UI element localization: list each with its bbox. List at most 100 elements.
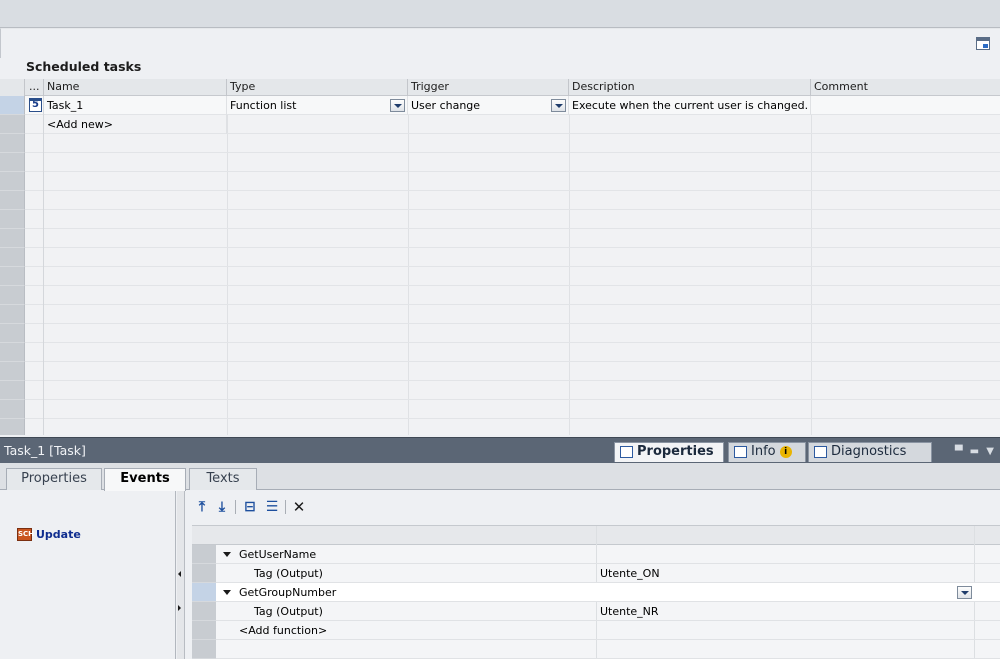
collapse-left-icon[interactable]	[178, 571, 181, 577]
task-trigger-cell[interactable]: User change	[408, 96, 569, 115]
tab-info[interactable]: Info i	[728, 442, 806, 462]
move-up-icon[interactable]: ⤒	[194, 498, 210, 516]
parameter-row[interactable]: Tag (Output) Utente_ON	[192, 564, 1000, 583]
delete-icon[interactable]: ✕	[291, 498, 307, 516]
empty-row	[0, 210, 1000, 229]
task-name-cell[interactable]: Task_1	[44, 96, 227, 115]
empty-row	[0, 305, 1000, 324]
row-header	[0, 229, 25, 248]
info-icon	[734, 446, 747, 458]
tab-properties[interactable]: Properties	[614, 442, 724, 462]
row-dots-cell	[25, 267, 44, 286]
window-controls-icon[interactable]: ▀ ▬ ▼	[955, 446, 996, 457]
function-row[interactable]: GetUserName	[192, 545, 1000, 564]
row-header	[192, 640, 216, 659]
tab-diagnostics-label: Diagnostics	[831, 444, 907, 459]
row-header[interactable]	[192, 583, 216, 602]
header-description[interactable]: Description	[569, 79, 811, 96]
expand-triangle-icon[interactable]	[223, 590, 231, 595]
trigger-dropdown-button[interactable]	[551, 99, 566, 112]
tab-info-label: Info	[751, 444, 776, 459]
add-new-row[interactable]: <Add new>	[0, 115, 1000, 134]
type-dropdown-button[interactable]	[390, 99, 405, 112]
row-dots-cell	[25, 343, 44, 362]
subtab-texts[interactable]: Texts	[189, 468, 257, 490]
row-header	[0, 210, 25, 229]
row-dots-cell	[25, 381, 44, 400]
add-function-row[interactable]: <Add function>	[192, 621, 1000, 640]
row-dots-cell	[25, 229, 44, 248]
parameter-value[interactable]: Utente_NR	[600, 602, 659, 621]
row-header	[0, 305, 25, 324]
parameter-name[interactable]: Tag (Output)	[254, 564, 323, 583]
row-header[interactable]	[192, 545, 216, 564]
empty-row	[0, 191, 1000, 210]
row-header	[0, 400, 25, 419]
task-description-cell[interactable]: Execute when the current user is changed…	[569, 96, 811, 115]
function-row[interactable]: GetGroupNumber	[192, 583, 1000, 602]
row-header[interactable]	[192, 564, 216, 583]
row-dots-cell	[25, 134, 44, 153]
header-type[interactable]: Type	[227, 79, 408, 96]
editor-title-bar	[0, 0, 1000, 28]
empty-row	[0, 248, 1000, 267]
table-row[interactable]: 5 Task_1 Function list User change Execu…	[0, 96, 1000, 115]
empty-row	[0, 153, 1000, 172]
parameter-value[interactable]: Utente_ON	[600, 564, 660, 583]
row-dots-cell	[25, 419, 44, 435]
subtab-events[interactable]: Events	[104, 468, 186, 491]
expand-right-icon[interactable]	[178, 605, 181, 611]
empty-row	[192, 640, 1000, 659]
add-function-cell[interactable]: <Add function>	[239, 621, 327, 640]
move-down-icon[interactable]: ⤓	[214, 498, 230, 516]
empty-row	[0, 343, 1000, 362]
row-dots-cell	[25, 400, 44, 419]
row-header	[0, 362, 25, 381]
function-name[interactable]: GetUserName	[239, 545, 316, 564]
row-header[interactable]	[192, 621, 216, 640]
parameter-name[interactable]: Tag (Output)	[254, 602, 323, 621]
row-dots-cell	[25, 153, 44, 172]
row-dots-cell	[25, 305, 44, 324]
panel-splitter[interactable]	[177, 491, 185, 659]
toolbar-separator	[235, 500, 236, 514]
task-comment-cell[interactable]	[811, 96, 1000, 115]
row-dots-cell	[25, 248, 44, 267]
event-item-update[interactable]: SCH Update	[17, 527, 81, 543]
row-header	[0, 172, 25, 191]
row-dots-cell	[25, 172, 44, 191]
tab-diagnostics[interactable]: Diagnostics	[808, 442, 932, 462]
empty-row	[0, 134, 1000, 153]
empty-row	[0, 172, 1000, 191]
float-window-icon[interactable]	[976, 37, 990, 50]
row-header[interactable]	[192, 602, 216, 621]
row-dots-cell	[25, 210, 44, 229]
row-header	[0, 248, 25, 267]
scheduled-tasks-table: ... Name Type Trigger Description Commen…	[0, 79, 1000, 435]
expand-all-icon[interactable]: ☰	[264, 498, 280, 516]
header-name[interactable]: Name	[44, 79, 227, 96]
table-header: ... Name Type Trigger Description Commen…	[0, 79, 1000, 96]
function-dropdown-button[interactable]	[957, 586, 972, 599]
subtab-properties[interactable]: Properties	[6, 468, 102, 490]
row-dots-cell	[25, 324, 44, 343]
row-dots-cell	[25, 191, 44, 210]
collapse-all-icon[interactable]: ⊟	[242, 498, 258, 516]
header-trigger[interactable]: Trigger	[408, 79, 569, 96]
header-corner	[0, 79, 25, 96]
header-comment[interactable]: Comment	[811, 79, 1000, 96]
parameter-row[interactable]: Tag (Output) Utente_NR	[192, 602, 1000, 621]
header-dots[interactable]: ...	[25, 79, 44, 96]
function-name[interactable]: GetGroupNumber	[239, 583, 336, 602]
inspector-subtabs: Properties Events Texts	[0, 463, 1000, 491]
row-header[interactable]	[0, 96, 25, 115]
expand-triangle-icon[interactable]	[223, 552, 231, 557]
empty-row	[0, 400, 1000, 419]
row-header	[0, 115, 25, 134]
task-type-cell[interactable]: Function list	[227, 96, 408, 115]
scheduled-event-icon: SCH	[17, 528, 34, 541]
row-header	[0, 134, 25, 153]
row-header	[0, 153, 25, 172]
row-dots-cell	[25, 286, 44, 305]
add-new-cell[interactable]: <Add new>	[44, 115, 227, 134]
